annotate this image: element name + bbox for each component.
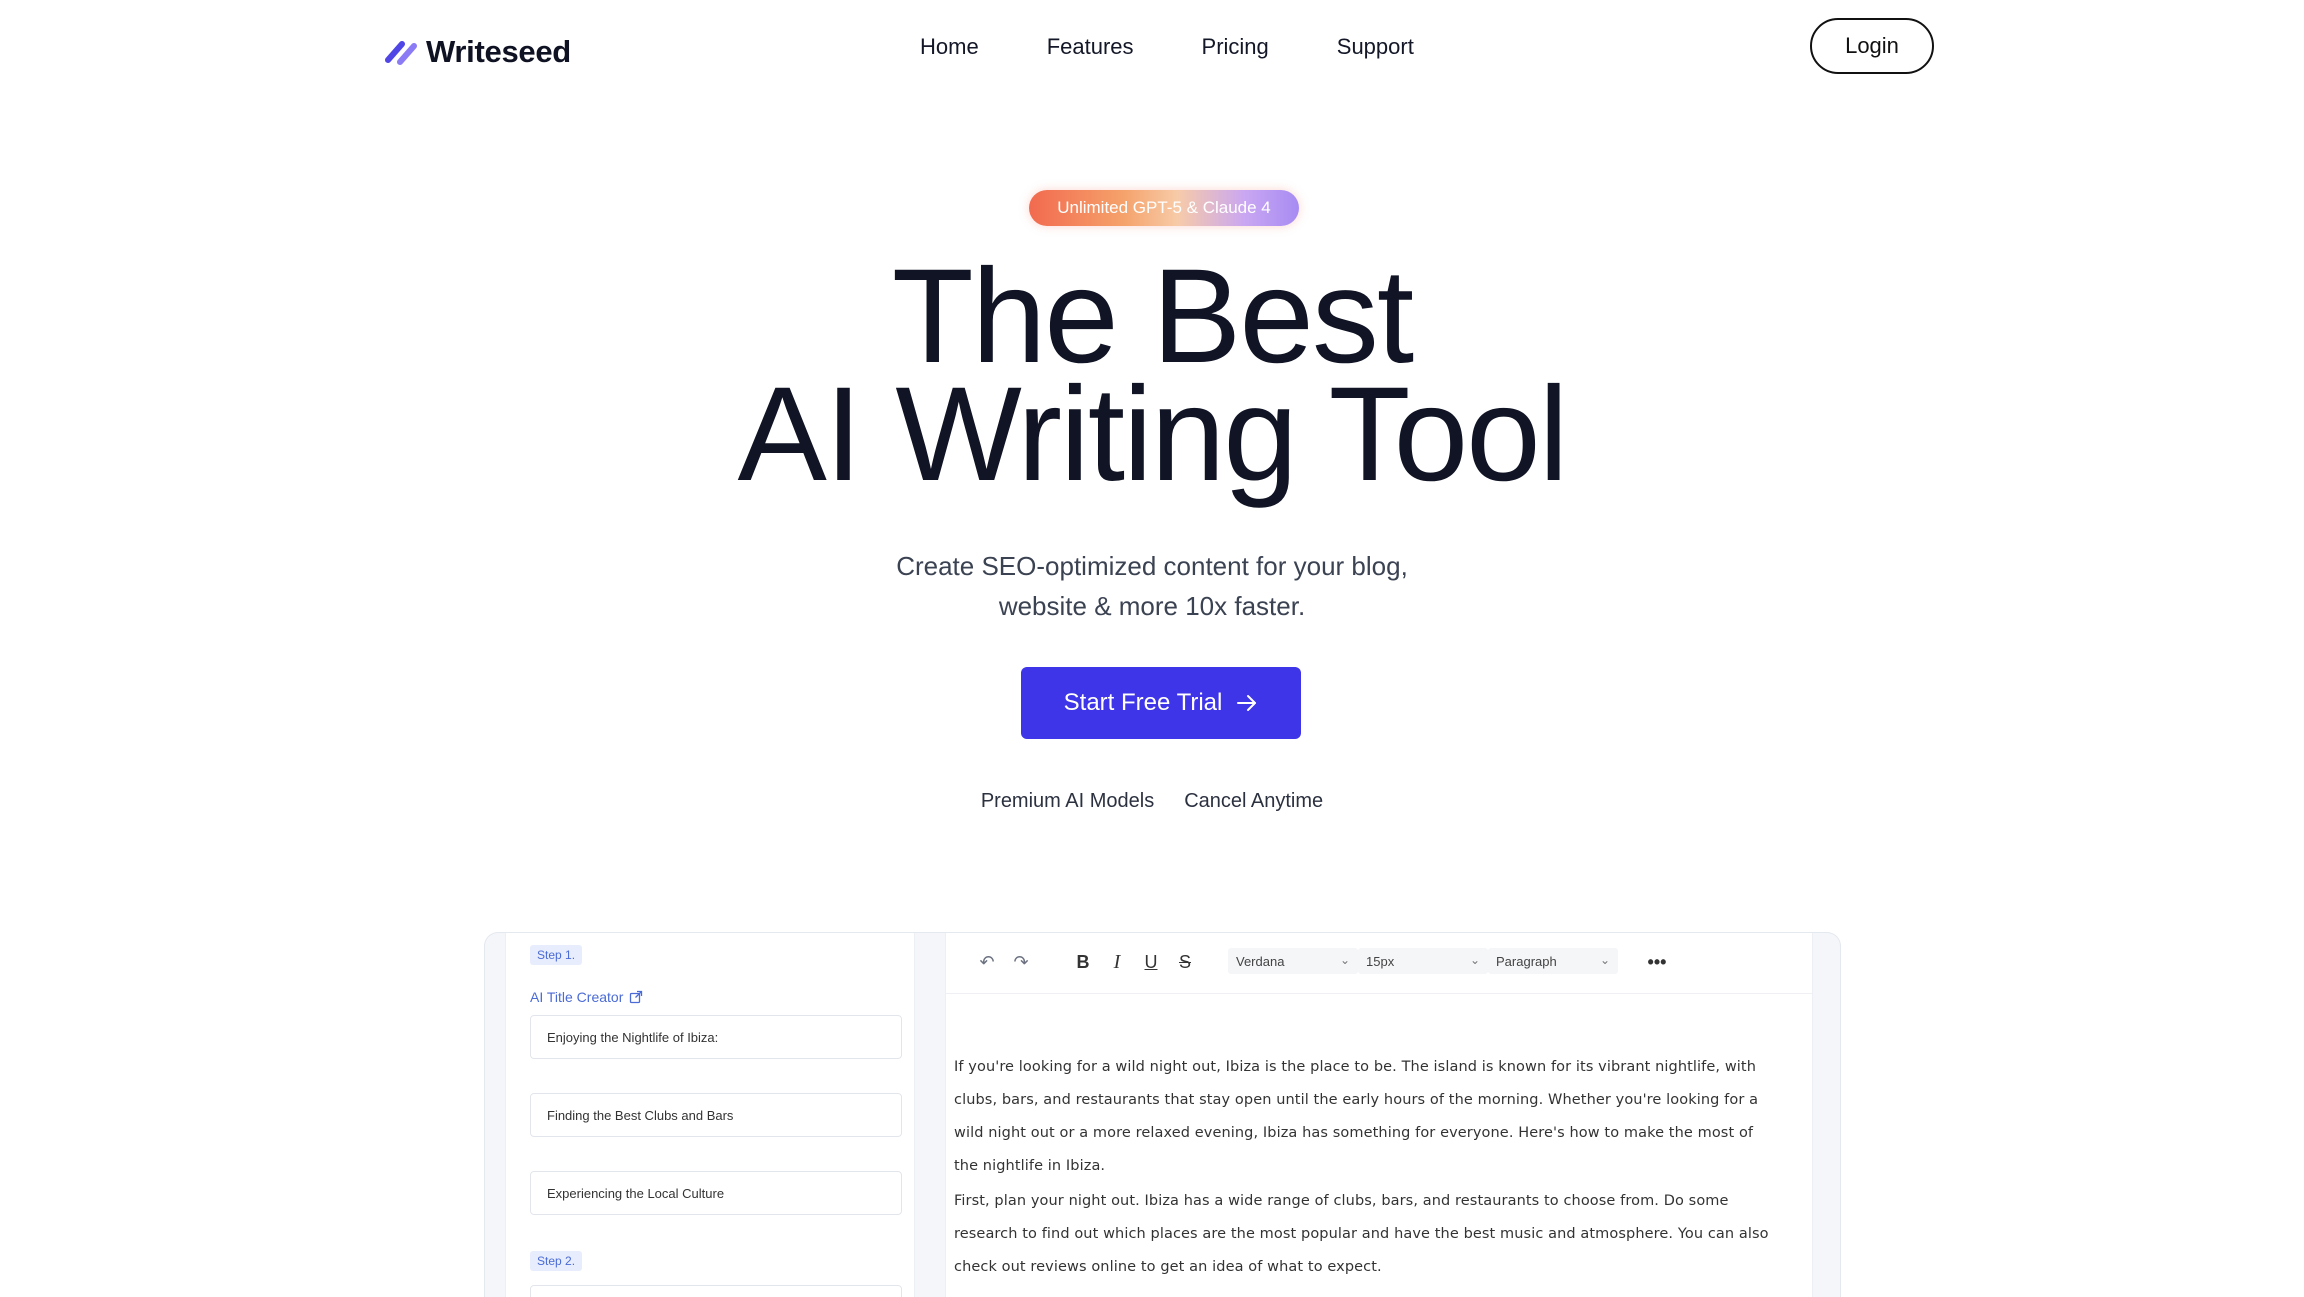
nav-features-link[interactable]: Features (1047, 34, 1134, 60)
nav-support-link[interactable]: Support (1337, 34, 1414, 60)
chevron-down-icon: ⌄ (1469, 953, 1480, 967)
font-size-value: 15px (1366, 953, 1395, 969)
hero-subtitle: Create SEO-optimized content for your bl… (0, 546, 2304, 626)
title-option-field[interactable]: Enjoying the Nightlife of Ibiza: (530, 1015, 902, 1059)
step-1-tag: Step 1. (530, 945, 583, 965)
editor-paragraph[interactable]: First, plan your night out. Ibiza has a … (954, 1185, 1804, 1284)
text-line: clubs, bars, and restaurants that stay o… (954, 1092, 1759, 1108)
headline-line-1: The Best (891, 242, 1414, 391)
editor-toolbar: ↶ ↷ B I U S Verdana ⌄ 15px ⌄ Paragraph ⌄… (946, 933, 1812, 994)
italic-icon[interactable]: I (1106, 951, 1128, 973)
logo-icon (385, 41, 417, 65)
login-button[interactable]: Login (1810, 18, 1934, 74)
chevron-down-icon: ⌄ (1339, 953, 1350, 967)
underline-icon[interactable]: U (1140, 951, 1162, 973)
top-nav: Writeseed Home Features Pricing Support … (0, 0, 2304, 104)
font-family-select[interactable]: Verdana ⌄ (1228, 948, 1358, 974)
models-badge: Unlimited GPT-5 & Claude 4 (1029, 190, 1299, 226)
feature-item: Premium AI Models (980, 790, 1155, 812)
title-option-field[interactable]: Experiencing the Local Culture (530, 1171, 902, 1215)
brand-name: Writeseed (426, 34, 571, 69)
text-line: research to find out which places are th… (954, 1226, 1769, 1242)
nav-home-link[interactable]: Home (920, 34, 979, 60)
bold-icon[interactable]: B (1072, 951, 1094, 973)
subtitle-line-2: website & more 10x faster. (998, 591, 1306, 621)
subtitle-line-1: Create SEO-optimized content for your bl… (896, 551, 1408, 581)
page-title: The Best AI Writing Tool (0, 242, 2304, 509)
text-line: the nightlife in Ibiza. (954, 1158, 1106, 1174)
app-preview: Step 1. AI Title Creator Enjoying the Ni… (484, 932, 1841, 1297)
title-creator-panel: Step 1. AI Title Creator Enjoying the Ni… (505, 933, 915, 1297)
ai-title-label: AI Title Creator (530, 989, 624, 1005)
block-type-select[interactable]: Paragraph ⌄ (1488, 948, 1618, 974)
text-line: wild night out or a more relaxed evening… (954, 1125, 1754, 1141)
block-type-value: Paragraph (1496, 953, 1557, 969)
chevron-down-icon: ⌄ (1599, 953, 1610, 967)
ai-title-creator-link[interactable]: AI Title Creator (530, 989, 643, 1005)
text-line: First, plan your night out. Ibiza has a … (954, 1193, 1729, 1209)
redo-icon[interactable]: ↷ (1010, 951, 1032, 973)
font-family-value: Verdana (1236, 953, 1285, 969)
nav-pricing-link[interactable]: Pricing (1202, 34, 1269, 60)
arrow-right-icon (1237, 695, 1257, 711)
external-link-icon (630, 990, 643, 1004)
title-option-field[interactable]: Finding the Best Clubs and Bars (530, 1093, 902, 1137)
nav-links: Home Features Pricing Support (920, 34, 1482, 60)
text-editor: ↶ ↷ B I U S Verdana ⌄ 15px ⌄ Paragraph ⌄… (945, 933, 1813, 1297)
font-size-select[interactable]: 15px ⌄ (1358, 948, 1488, 974)
text-line: If you're looking for a wild night out, … (954, 1059, 1756, 1075)
text-line: check out reviews online to get an idea … (954, 1259, 1382, 1275)
step-2-tag: Step 2. (530, 1251, 583, 1271)
feature-item: Cancel Anytime (1184, 790, 1324, 812)
cta-label: Start Free Trial (1063, 689, 1223, 716)
editor-paragraph[interactable]: If you're looking for a wild night out, … (954, 1051, 1804, 1183)
undo-icon[interactable]: ↶ (976, 951, 998, 973)
brand-logo[interactable]: Writeseed (384, 32, 571, 72)
start-free-trial-button[interactable]: Start Free Trial (1021, 667, 1301, 739)
headline-line-2: AI Writing Tool (737, 360, 1569, 509)
more-options-icon[interactable]: ••• (1646, 951, 1668, 973)
step-2-field[interactable] (530, 1285, 902, 1297)
feature-list: Premium AI Models Cancel Anytime (0, 790, 2304, 813)
strikethrough-icon[interactable]: S (1174, 951, 1196, 973)
